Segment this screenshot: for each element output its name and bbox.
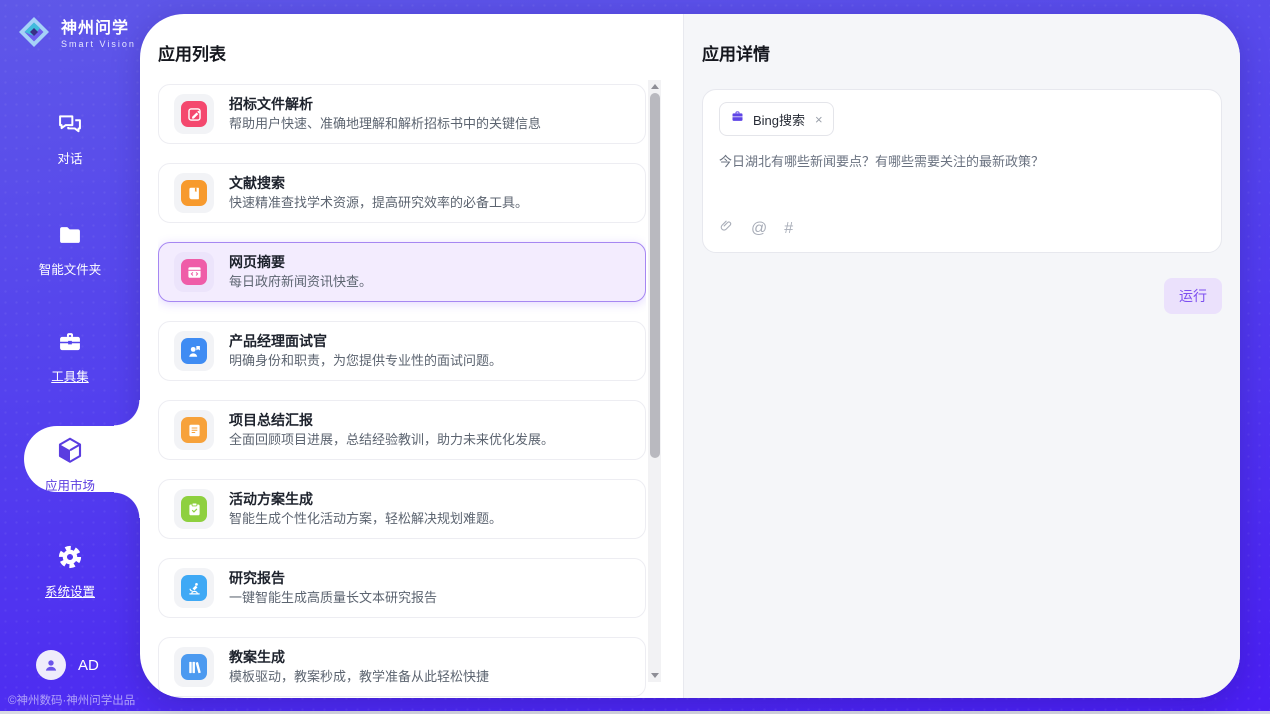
briefcase-icon xyxy=(730,109,745,129)
microscope-icon xyxy=(181,575,207,601)
app-card-web-summary[interactable]: 网页摘要 每日政府新闻资讯快查。 xyxy=(158,242,646,302)
app-title: 招标文件解析 xyxy=(229,95,541,114)
app-card-research-report[interactable]: 研究报告 一键智能生成高质量长文本研究报告 xyxy=(158,558,646,618)
mention-icon[interactable]: @ xyxy=(751,221,767,237)
sidebar-item-label: 系统设置 xyxy=(0,581,140,600)
diamond-logo-icon xyxy=(14,12,54,57)
app-title: 项目总结汇报 xyxy=(229,411,554,430)
app-desc: 明确身份和职责，为您提供专业性的面试问题。 xyxy=(229,352,502,370)
books-icon xyxy=(181,654,207,680)
sidebar-item-label: 应用市场 xyxy=(0,475,140,494)
app-desc: 快速精准查找学术资源，提高研究效率的必备工具。 xyxy=(229,194,528,212)
app-desc: 全面回顾项目进展，总结经验教训，助力未来优化发展。 xyxy=(229,431,554,449)
app-title: 产品经理面试官 xyxy=(229,332,502,351)
app-desc: 模板驱动，教案秒成，教学准备从此轻松快捷 xyxy=(229,668,489,686)
scroll-up-arrow[interactable] xyxy=(648,80,661,93)
sidebar-item-app-market[interactable]: 应用市场 xyxy=(0,435,140,494)
app-title: 文献搜索 xyxy=(229,174,528,193)
app-title: 网页摘要 xyxy=(229,253,372,272)
app-card-bid-parse[interactable]: 招标文件解析 帮助用户快速、准确地理解和解析招标书中的关键信息 xyxy=(158,84,646,144)
tag-close-icon[interactable]: × xyxy=(815,113,823,126)
sidebar-item-smart-folders[interactable]: 智能文件夹 xyxy=(0,221,140,278)
app-list-title: 应用列表 xyxy=(158,40,683,65)
tool-tag-label: Bing搜索 xyxy=(753,110,805,129)
run-row: 运行 xyxy=(684,278,1222,314)
user-account[interactable]: AD xyxy=(36,650,99,680)
scrollbar-thumb[interactable] xyxy=(650,93,660,458)
app-detail-panel: 应用详情 Bing搜索 × 今日湖北有哪些新闻要点？有哪些需要关注的最新政策？ xyxy=(683,14,1240,698)
report-note-icon xyxy=(181,417,207,443)
book-icon xyxy=(181,180,207,206)
sidebar-item-chat[interactable]: 对话 xyxy=(0,110,140,167)
app-title: 活动方案生成 xyxy=(229,490,502,509)
toolbox-icon xyxy=(56,328,84,358)
app-card-lesson-plan[interactable]: 教案生成 模板驱动，教案秒成，教学准备从此轻松快捷 xyxy=(158,637,646,697)
sidebar-item-toolset[interactable]: 工具集 xyxy=(0,328,140,385)
app-card-event-plan[interactable]: 活动方案生成 智能生成个性化活动方案，轻松解决规划难题。 xyxy=(158,479,646,539)
app-card-project-summary[interactable]: 项目总结汇报 全面回顾项目进展，总结经验教训，助力未来优化发展。 xyxy=(158,400,646,460)
interviewer-icon xyxy=(181,338,207,364)
attachment-icon[interactable] xyxy=(719,218,734,239)
brand-logo: 神州问学 Smart Vision xyxy=(14,12,136,57)
app-list-panel: 应用列表 招标文件解析 帮助用户快速、准确地理解和解析招标书中的关键信息 xyxy=(140,14,683,698)
sidebar-item-settings[interactable]: 系统设置 xyxy=(0,543,140,600)
sidebar-item-label: 工具集 xyxy=(0,366,140,385)
app-card-pm-interviewer[interactable]: 产品经理面试官 明确身份和职责，为您提供专业性的面试问题。 xyxy=(158,321,646,381)
cube-icon xyxy=(55,435,85,465)
copyright-text: ©神州数码·神州问学出品 xyxy=(8,692,135,708)
app-card-literature-search[interactable]: 文献搜索 快速精准查找学术资源，提高研究效率的必备工具。 xyxy=(158,163,646,223)
sidebar: 神州问学 Smart Vision 对话 智能文件夹 xyxy=(0,0,140,714)
web-code-icon xyxy=(181,259,207,285)
brand-tagline: Smart Vision xyxy=(61,39,136,49)
app-window: 神州问学 Smart Vision 对话 智能文件夹 xyxy=(0,0,1270,714)
sidebar-item-label: 对话 xyxy=(0,148,140,167)
app-desc: 一键智能生成高质量长文本研究报告 xyxy=(229,589,437,607)
app-desc: 智能生成个性化活动方案，轻松解决规划难题。 xyxy=(229,510,502,528)
composer-toolbar: @ # xyxy=(719,218,793,239)
hashtag-icon[interactable]: # xyxy=(784,221,793,237)
app-title: 教案生成 xyxy=(229,648,489,667)
gear-icon xyxy=(56,543,84,573)
brand-name: 神州问学 xyxy=(61,20,136,38)
scroll-down-arrow[interactable] xyxy=(648,669,661,682)
run-button[interactable]: 运行 xyxy=(1164,278,1222,314)
app-desc: 每日政府新闻资讯快查。 xyxy=(229,273,372,291)
prompt-composer[interactable]: Bing搜索 × 今日湖北有哪些新闻要点？有哪些需要关注的最新政策？ @ # xyxy=(702,89,1222,253)
query-input[interactable]: 今日湖北有哪些新闻要点？有哪些需要关注的最新政策？ xyxy=(719,152,1205,172)
content-window: 应用列表 招标文件解析 帮助用户快速、准确地理解和解析招标书中的关键信息 xyxy=(140,14,1240,698)
edit-doc-icon xyxy=(181,101,207,127)
avatar xyxy=(36,650,66,680)
clipboard-check-icon xyxy=(181,496,207,522)
user-name: AD xyxy=(78,657,99,674)
sidebar-item-label: 智能文件夹 xyxy=(0,259,140,278)
app-list: 招标文件解析 帮助用户快速、准确地理解和解析招标书中的关键信息 文献搜索 快速精… xyxy=(158,84,646,698)
app-title: 研究报告 xyxy=(229,569,437,588)
chat-icon xyxy=(56,110,84,140)
app-detail-title: 应用详情 xyxy=(702,40,1240,65)
tool-tag-bing-search[interactable]: Bing搜索 × xyxy=(719,102,834,136)
folder-icon xyxy=(56,221,84,251)
app-desc: 帮助用户快速、准确地理解和解析招标书中的关键信息 xyxy=(229,115,541,133)
brand-text: 神州问学 Smart Vision xyxy=(61,20,136,50)
scrollbar[interactable] xyxy=(648,80,661,682)
